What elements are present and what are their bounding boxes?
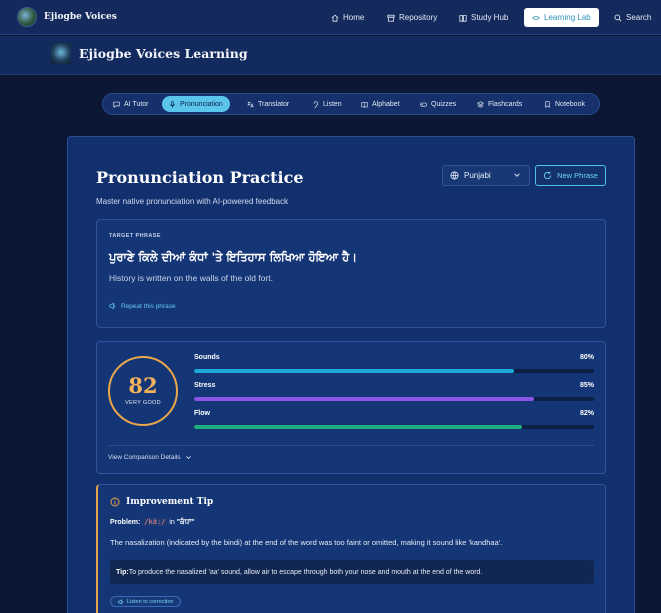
- nav-repository-label: Repository: [399, 13, 438, 22]
- tab-flashcards-label: Flashcards: [488, 100, 523, 108]
- chevron-down-icon: [514, 173, 520, 177]
- repeat-phrase-button[interactable]: Repeat this phrase: [109, 302, 176, 310]
- tab-flashcards[interactable]: Flashcards: [477, 96, 522, 112]
- nav-home-label: Home: [343, 13, 365, 22]
- tip-problem-in: in: [169, 519, 175, 526]
- metric-stress-label: Stress: [194, 382, 216, 389]
- improvement-tip-heading: Improvement Tip: [110, 497, 213, 507]
- tab-translator-label: Translator: [258, 100, 290, 108]
- tab-quizzes-label: Quizzes: [431, 100, 457, 108]
- tab-quizzes[interactable]: Quizzes: [420, 96, 456, 112]
- nav-home[interactable]: Home: [331, 9, 364, 26]
- tab-ai-tutor-label: AI Tutor: [124, 100, 149, 108]
- tab-pronunciation-label: Pronunciation: [180, 100, 223, 108]
- view-comparison-toggle[interactable]: View Comparison Details: [108, 454, 192, 461]
- new-phrase-button[interactable]: New Phrase: [535, 165, 606, 186]
- metric-flow-label: Flow: [194, 410, 210, 417]
- sub-header: Ejiogbe Voices Learning: [0, 36, 661, 75]
- metric-sounds-bar: [194, 369, 594, 373]
- nav-search[interactable]: Search: [614, 9, 651, 26]
- metric-flow-value: 82%: [579, 410, 594, 417]
- nav-learning-lab[interactable]: Learning Lab: [524, 8, 599, 27]
- learning-logo: [51, 43, 71, 64]
- archive-icon: [387, 14, 395, 22]
- nav-search-label: Search: [626, 13, 652, 22]
- tab-pronunciation[interactable]: Pronunciation: [162, 96, 230, 112]
- learning-tabs: AI Tutor Pronunciation Translator Listen…: [102, 93, 600, 115]
- info-icon: [110, 497, 120, 507]
- brand-logo[interactable]: [17, 7, 37, 27]
- refresh-icon: [543, 171, 552, 180]
- tab-listen[interactable]: Listen: [312, 96, 342, 112]
- sub-header-title: Ejiogbe Voices Learning: [79, 46, 248, 61]
- mic-icon: [170, 100, 175, 108]
- improvement-tip-title: Improvement Tip: [126, 497, 214, 507]
- tab-ai-tutor[interactable]: AI Tutor: [113, 96, 149, 112]
- search-icon: [614, 14, 622, 22]
- tip-problem-label: Problem:: [110, 519, 141, 526]
- page-subtitle: Master native pronunciation with AI-powe…: [96, 197, 289, 206]
- tip-problem: Problem: /kã:/ in "ਕੰਧਾਂ": [110, 518, 195, 527]
- nav-study-hub-label: Study Hub: [471, 13, 509, 22]
- metric-flow-bar: [194, 425, 594, 429]
- metric-sounds-fill: [194, 369, 514, 373]
- tab-notebook[interactable]: Notebook: [544, 96, 585, 112]
- tip-description: The nasalization (indicated by the bindi…: [110, 538, 503, 547]
- metric-stress-value: 85%: [579, 382, 594, 389]
- gamepad-icon: [420, 102, 427, 107]
- metric-stress-bar: [194, 397, 594, 401]
- metric-sounds-label: Sounds: [194, 354, 220, 361]
- speaker-icon: [109, 302, 116, 310]
- metric-sounds-value: 80%: [579, 354, 594, 361]
- new-phrase-label: New Phrase: [557, 171, 598, 180]
- metric-stress-fill: [194, 397, 534, 401]
- tip-problem-phoneme: /kã:/: [142, 518, 168, 526]
- tab-alphabet-label: Alphabet: [372, 100, 400, 108]
- top-nav: Ejiogbe Voices Home Repository Study Hub…: [0, 0, 661, 35]
- brand-name[interactable]: Ejiogbe Voices: [44, 12, 117, 22]
- ear-icon: [313, 100, 318, 108]
- view-comparison-label: View Comparison Details: [108, 454, 181, 461]
- target-phrase-label: TARGET PHRASE: [109, 233, 161, 239]
- language-select-value: Punjabi: [464, 171, 491, 180]
- flask-icon: [532, 15, 540, 20]
- tab-alphabet[interactable]: Alphabet: [361, 96, 400, 112]
- language-select[interactable]: Punjabi: [442, 165, 530, 186]
- chat-icon: [113, 101, 120, 108]
- chevron-down-icon: [185, 456, 191, 460]
- nav-study-hub[interactable]: Study Hub: [459, 9, 508, 26]
- overall-score: 82: [128, 373, 158, 398]
- tip-problem-word: "ਕੰਧਾਂ": [176, 519, 195, 526]
- score-divider: [108, 445, 594, 446]
- tip-hint-box: Tip: To produce the nasalized 'aa' sound…: [110, 560, 594, 584]
- nav-learning-lab-label: Learning Lab: [544, 13, 591, 22]
- target-phrase-translation: History is written on the walls of the o…: [109, 273, 273, 283]
- book-open-icon: [361, 101, 368, 108]
- tab-listen-label: Listen: [323, 100, 342, 108]
- listen-to-correction-button[interactable]: Listen to correction: [110, 596, 182, 607]
- metric-flow-fill: [194, 425, 522, 429]
- translate-icon: [247, 101, 254, 107]
- tip-hint-text: To produce the nasalized 'aa' sound, all…: [128, 568, 483, 576]
- speaker-icon: [118, 598, 123, 605]
- tab-translator[interactable]: Translator: [247, 96, 289, 112]
- score-rating: VERY GOOD: [125, 400, 161, 406]
- home-icon: [331, 14, 339, 22]
- listen-to-correction-label: Listen to correction: [127, 598, 174, 605]
- tab-notebook-label: Notebook: [555, 100, 585, 108]
- globe-icon: [450, 171, 459, 180]
- tip-hint-label: Tip:: [116, 568, 129, 576]
- nav-repository[interactable]: Repository: [387, 9, 437, 26]
- page-title: Pronunciation Practice: [96, 168, 304, 187]
- repeat-phrase-label: Repeat this phrase: [121, 302, 176, 310]
- bookmark-icon: [545, 100, 550, 108]
- layers-icon: [477, 100, 484, 108]
- target-phrase-text: ਪੁਰਾਣੇ ਕਿਲੇ ਦੀਆਂ ਕੰਧਾਂ 'ਤੇ ਇਤਿਹਾਸ ਲਿਖਿਆ …: [109, 250, 357, 264]
- book-icon: [459, 14, 467, 22]
